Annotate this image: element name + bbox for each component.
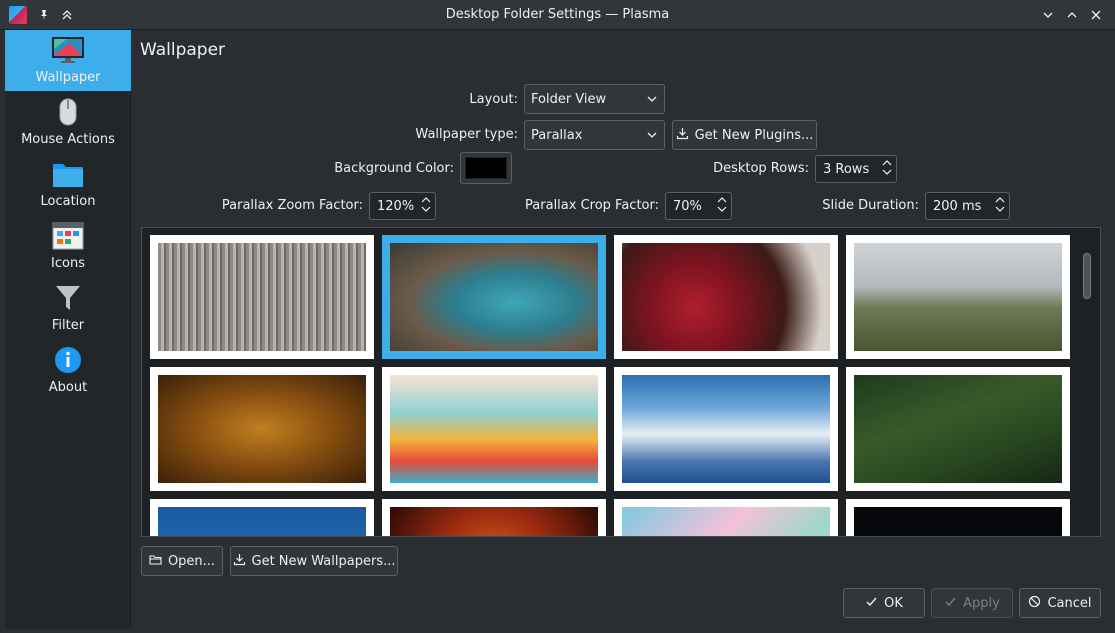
wallpaper-type-combo[interactable]: Parallax	[524, 120, 665, 150]
wallpaper-thumbnail[interactable]	[382, 499, 606, 536]
spin-arrows-icon[interactable]	[717, 195, 727, 214]
wallpaper-type-label: Wallpaper type:	[415, 127, 518, 142]
close-icon[interactable]	[1086, 5, 1106, 25]
wallpaper-thumbnail[interactable]	[614, 235, 838, 359]
get-new-plugins-label: Get New Plugins...	[694, 127, 814, 143]
parallax-zoom-value: 120%	[377, 198, 415, 214]
sidebar-item-label: About	[48, 380, 88, 395]
page-title: Wallpaper	[140, 40, 226, 60]
parallax-zoom-label: Parallax Zoom Factor:	[221, 198, 363, 213]
folder-open-icon	[149, 553, 162, 570]
parallax-crop-label: Parallax Crop Factor:	[525, 198, 659, 213]
color-swatch-fill	[465, 157, 507, 179]
sidebar-item-location[interactable]: Location	[5, 154, 131, 215]
wallpaper-thumbnail[interactable]	[382, 235, 606, 359]
open-label: Open...	[167, 553, 216, 569]
sidebar-item-wallpaper[interactable]: Wallpaper	[5, 30, 131, 91]
get-new-plugins-button[interactable]: Get New Plugins...	[672, 120, 817, 150]
slide-duration-value: 200 ms	[933, 198, 982, 214]
ok-button[interactable]: OK	[843, 588, 925, 618]
chevron-down-icon	[646, 129, 658, 145]
cancel-icon	[1028, 595, 1041, 612]
mouse-icon	[51, 97, 85, 127]
apply-label: Apply	[963, 595, 1000, 611]
wallpaper-thumbnail[interactable]	[150, 235, 374, 359]
wallpaper-thumbnail[interactable]	[846, 235, 1070, 359]
desktop-rows-value: 3 Rows	[823, 161, 870, 177]
sidebar-item-label: Filter	[51, 318, 85, 333]
scrollbar-handle[interactable]	[1083, 253, 1091, 299]
layout-value: Folder View	[531, 91, 607, 107]
checkmark-icon	[944, 595, 957, 612]
open-button[interactable]: Open...	[141, 546, 223, 576]
title-bar: Desktop Folder Settings — Plasma	[0, 0, 1115, 30]
get-new-wallpapers-label: Get New Wallpapers...	[251, 553, 396, 569]
grid-scrollbar[interactable]	[1083, 250, 1093, 535]
apply-button[interactable]: Apply	[931, 588, 1013, 618]
ok-label: OK	[884, 595, 903, 611]
wallpaper-thumbnail[interactable]	[150, 499, 374, 536]
wallpaper-thumbnail[interactable]	[846, 499, 1070, 536]
window-title: Desktop Folder Settings — Plasma	[445, 7, 670, 22]
cancel-button[interactable]: Cancel	[1019, 588, 1101, 618]
sidebar-item-label: Location	[40, 194, 96, 209]
wallpaper-type-value: Parallax	[531, 127, 583, 143]
cancel-label: Cancel	[1047, 595, 1092, 611]
spin-arrows-icon[interactable]	[882, 158, 892, 177]
sidebar-item-label: Icons	[51, 256, 85, 271]
sidebar-item-label: Wallpaper	[35, 70, 101, 85]
sidebar-item-about[interactable]: About	[5, 340, 131, 401]
download-icon	[233, 553, 246, 570]
icons-grid-icon	[51, 221, 85, 251]
get-new-wallpapers-button[interactable]: Get New Wallpapers...	[230, 546, 398, 576]
chevron-down-icon	[646, 93, 658, 109]
parallax-crop-value: 70%	[673, 198, 702, 214]
wallpaper-thumbnail[interactable]	[846, 367, 1070, 491]
parallax-crop-spinbox[interactable]: 70%	[665, 192, 732, 220]
desktop-rows-spinbox[interactable]: 3 Rows	[815, 155, 897, 183]
slide-duration-spinbox[interactable]: 200 ms	[925, 192, 1010, 220]
layout-label: Layout:	[469, 92, 518, 107]
background-color-label: Background Color:	[334, 161, 454, 176]
download-icon	[676, 127, 689, 144]
folder-icon	[51, 159, 85, 189]
wallpaper-thumbnail[interactable]	[614, 367, 838, 491]
checkmark-icon	[865, 595, 878, 612]
maximize-icon[interactable]	[1062, 5, 1082, 25]
sidebar-item-mouse-actions[interactable]: Mouse Actions	[5, 92, 131, 153]
info-icon	[51, 345, 85, 375]
wallpaper-grid	[141, 227, 1101, 537]
sidebar: Wallpaper Mouse Actions Location Icons F…	[5, 30, 131, 629]
parallax-zoom-spinbox[interactable]: 120%	[369, 192, 436, 220]
wallpaper-thumbnail[interactable]	[150, 367, 374, 491]
monitor-icon	[51, 35, 85, 65]
layout-combo[interactable]: Folder View	[524, 84, 665, 114]
sidebar-item-filter[interactable]: Filter	[5, 278, 131, 339]
minimize-icon[interactable]	[1038, 5, 1058, 25]
sidebar-item-icons[interactable]: Icons	[5, 216, 131, 277]
sidebar-item-label: Mouse Actions	[21, 132, 115, 147]
desktop-rows-label: Desktop Rows:	[713, 161, 809, 176]
spin-arrows-icon[interactable]	[421, 195, 431, 214]
wallpaper-thumbnail[interactable]	[382, 367, 606, 491]
wallpaper-thumbnail[interactable]	[614, 499, 838, 536]
filter-icon	[51, 283, 85, 313]
background-color-button[interactable]	[460, 152, 512, 184]
slide-duration-label: Slide Duration:	[822, 198, 919, 213]
spin-arrows-icon[interactable]	[995, 195, 1005, 214]
